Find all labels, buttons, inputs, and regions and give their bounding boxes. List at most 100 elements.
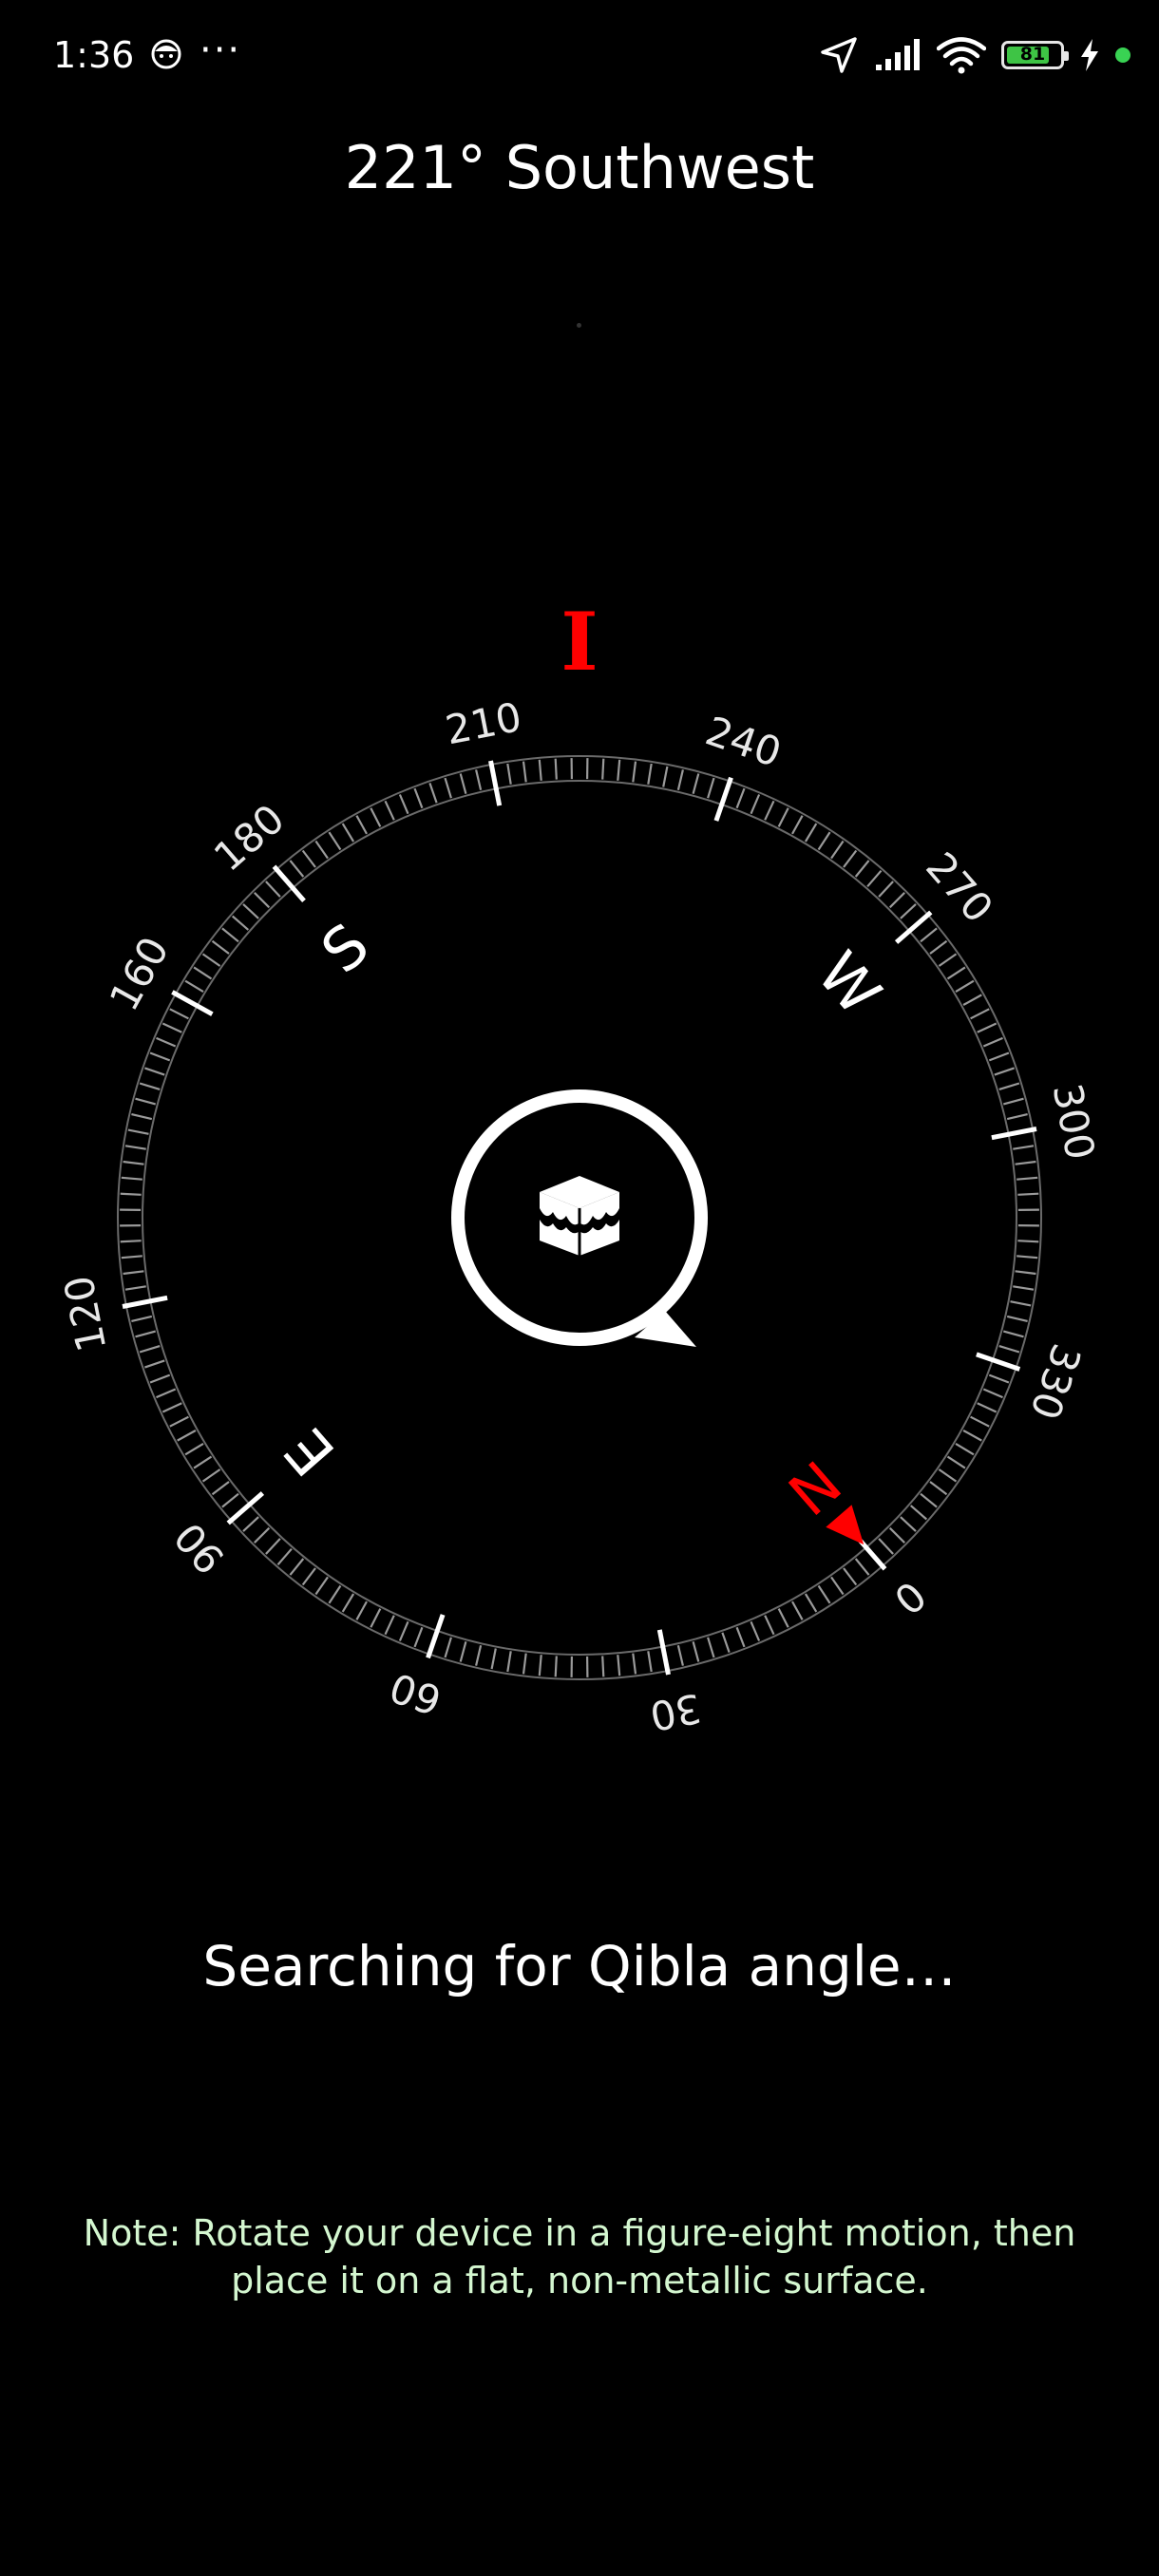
compass-minor-tick <box>131 1113 153 1121</box>
compass-minor-tick <box>601 758 605 780</box>
compass-minor-tick <box>982 1036 1003 1048</box>
compass-minor-tick <box>998 1345 1020 1354</box>
compass-minor-tick <box>707 777 715 799</box>
compass-minor-tick <box>184 979 204 994</box>
compass-degree-label: 60 <box>384 1663 446 1724</box>
kaaba-icon <box>540 1176 619 1256</box>
compass-minor-tick <box>242 903 259 919</box>
compass-minor-tick <box>735 787 746 809</box>
compass-minor-tick <box>413 787 424 809</box>
qibla-marker: I <box>560 595 598 689</box>
compass-minor-tick <box>131 1315 153 1322</box>
compass-minor-tick <box>1016 1255 1038 1260</box>
compass-minor-tick <box>124 1145 146 1150</box>
cardinal-east: E <box>272 1415 349 1488</box>
compass-minor-tick <box>276 1547 293 1566</box>
compass-minor-tick <box>1013 1145 1035 1150</box>
compass-minor-tick <box>289 860 305 878</box>
compass-minor-tick <box>1006 1113 1028 1121</box>
compass-minor-tick <box>398 794 409 815</box>
compass-minor-tick <box>1015 1160 1036 1165</box>
compass-minor-tick <box>149 1051 171 1062</box>
compass-minor-tick <box>647 763 653 785</box>
compass-degree-label: 120 <box>55 1272 115 1355</box>
compass-minor-tick <box>328 1584 342 1604</box>
compass-minor-tick <box>254 892 271 909</box>
compass-minor-tick <box>121 1255 142 1260</box>
compass-minor-tick <box>900 1516 917 1532</box>
compass-minor-tick <box>955 979 975 994</box>
compass-minor-tick <box>184 1442 204 1456</box>
compass-minor-tick <box>156 1388 177 1399</box>
compass-minor-tick <box>735 1626 746 1648</box>
compass-minor-tick <box>750 794 761 815</box>
compass-minor-tick <box>843 849 858 868</box>
compass-minor-tick <box>962 994 982 1006</box>
compass-minor-tick <box>994 1067 1015 1076</box>
compass-minor-tick <box>169 1008 189 1020</box>
compass-minor-tick <box>314 840 329 860</box>
compass-minor-tick <box>804 823 818 843</box>
compass-minor-tick <box>242 1516 259 1532</box>
compass-minor-tick <box>221 927 239 943</box>
compass-minor-tick <box>265 1538 281 1555</box>
compass-minor-tick <box>970 1008 990 1020</box>
compass-minor-tick <box>177 1430 197 1442</box>
status-message: Searching for Qibla angle… <box>202 1934 957 1998</box>
compass-minor-tick <box>211 939 230 955</box>
compass-minor-tick <box>938 953 958 967</box>
compass-minor-tick <box>124 1285 146 1291</box>
compass-minor-tick <box>127 1128 149 1135</box>
compass-minor-tick <box>692 1641 700 1662</box>
compass-minor-tick <box>764 800 775 821</box>
compass-degree-label: 30 <box>646 1684 705 1739</box>
compass-minor-tick <box>120 1192 142 1196</box>
compass-minor-tick <box>830 840 845 860</box>
compass-minor-tick <box>265 881 281 898</box>
compass-minor-tick <box>804 1593 818 1613</box>
compass-minor-tick <box>1010 1300 1032 1307</box>
compass-minor-tick <box>791 815 804 835</box>
compass-minor-tick <box>750 1620 761 1641</box>
compass-minor-tick <box>1016 1176 1038 1181</box>
compass-minor-tick <box>370 807 382 827</box>
compass-minor-tick <box>617 1655 621 1676</box>
compass-major-tick <box>488 760 503 806</box>
compass-minor-tick <box>314 1576 329 1596</box>
compass-minor-tick <box>211 1481 230 1496</box>
compass-minor-tick <box>1003 1330 1024 1338</box>
compass-minor-tick <box>1017 1192 1039 1196</box>
compass-minor-tick <box>998 1082 1020 1090</box>
compass-minor-tick <box>384 1615 395 1636</box>
cardinal-south: S <box>309 910 383 987</box>
compass-minor-tick <box>929 1481 948 1496</box>
compass-minor-tick <box>538 759 542 781</box>
compass-minor-tick <box>444 1637 452 1658</box>
compass-minor-tick <box>459 1641 467 1662</box>
compass-major-tick <box>426 1614 446 1659</box>
compass-minor-tick <box>301 849 316 868</box>
compass-minor-tick <box>554 758 558 780</box>
compass-minor-tick <box>721 1632 731 1653</box>
compass-minor-tick <box>301 1567 316 1586</box>
compass-minor-tick <box>123 1160 144 1165</box>
compass-minor-tick <box>341 1593 355 1613</box>
compass-minor-tick <box>413 1626 424 1648</box>
compass-minor-tick <box>328 831 342 851</box>
compass-minor-tick <box>988 1373 1010 1384</box>
compass-minor-tick <box>355 1601 368 1620</box>
compass-minor-tick <box>647 1651 653 1673</box>
compass-minor-tick <box>162 1402 182 1413</box>
compass-degree-label: 330 <box>1021 1338 1090 1426</box>
compass-minor-tick <box>866 869 883 888</box>
compass-minor-tick <box>1006 1315 1028 1322</box>
compass-major-tick <box>713 776 733 822</box>
compass-minor-tick <box>955 1442 975 1456</box>
compass-minor-tick <box>946 966 966 980</box>
compass-minor-tick <box>135 1330 156 1338</box>
compass-minor-tick <box>707 1637 715 1658</box>
compass-minor-tick <box>977 1402 998 1413</box>
compass-minor-tick <box>193 1455 213 1469</box>
compass-degree-label: 300 <box>1044 1080 1104 1164</box>
compass-minor-tick <box>144 1067 165 1076</box>
